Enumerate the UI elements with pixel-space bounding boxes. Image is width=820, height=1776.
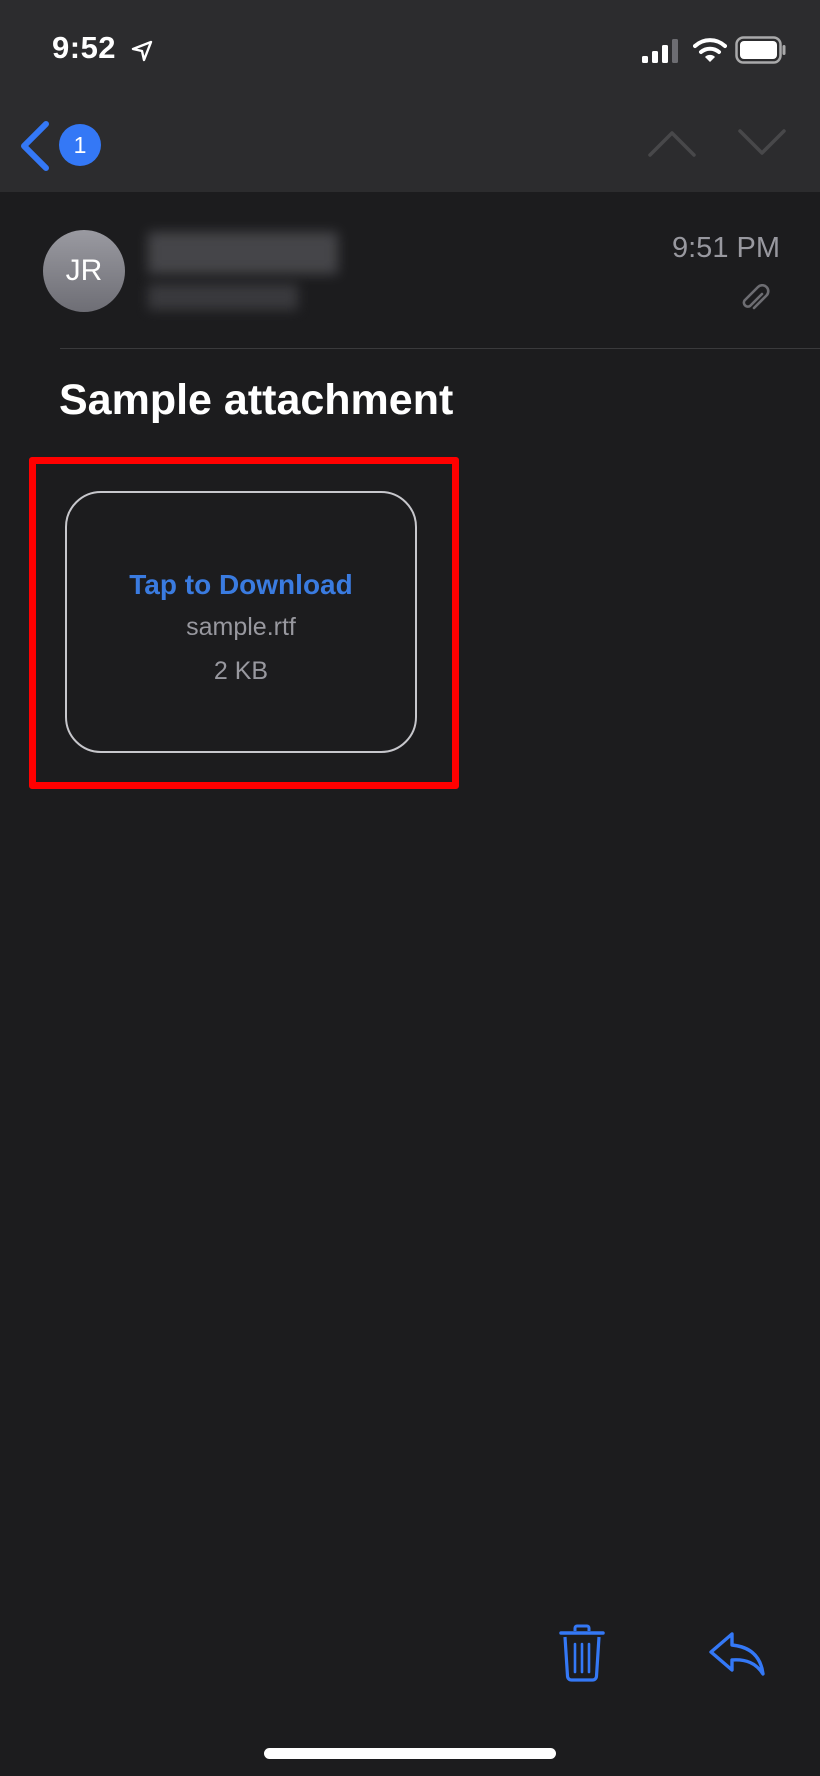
home-indicator[interactable]: [264, 1748, 556, 1759]
avatar[interactable]: JR: [43, 230, 125, 312]
top-bar: 9:52 1: [0, 0, 820, 192]
tap-to-download-label[interactable]: Tap to Download: [67, 569, 415, 601]
paperclip-icon: [742, 284, 770, 310]
sender-name-blur: [148, 232, 338, 274]
message-subject: Sample attachment: [59, 376, 454, 424]
status-time: 9:52: [52, 30, 117, 65]
message-time: 9:51 PM: [672, 232, 780, 264]
unread-count-badge[interactable]: 1: [59, 124, 101, 166]
battery-icon: [735, 36, 786, 64]
attachment-size: 2 KB: [213, 657, 269, 685]
avatar-initials: JR: [65, 254, 103, 287]
header-divider: [60, 348, 820, 349]
chevron-down-icon[interactable]: [738, 128, 786, 158]
cellular-signal-icon: [642, 39, 678, 63]
chevron-left-icon[interactable]: [16, 120, 56, 172]
location-arrow-icon: [131, 40, 153, 62]
attachment-filename: sample.rtf: [186, 613, 296, 641]
trash-icon[interactable]: [558, 1624, 606, 1682]
wifi-icon: [693, 38, 727, 62]
sender-recipient-blur: [148, 284, 298, 310]
reply-icon[interactable]: [708, 1630, 766, 1678]
attachment-card[interactable]: Tap to Download sample.rtf 2 KB: [65, 491, 417, 753]
chevron-up-icon[interactable]: [648, 128, 696, 158]
sender-name-redacted[interactable]: [148, 232, 338, 318]
